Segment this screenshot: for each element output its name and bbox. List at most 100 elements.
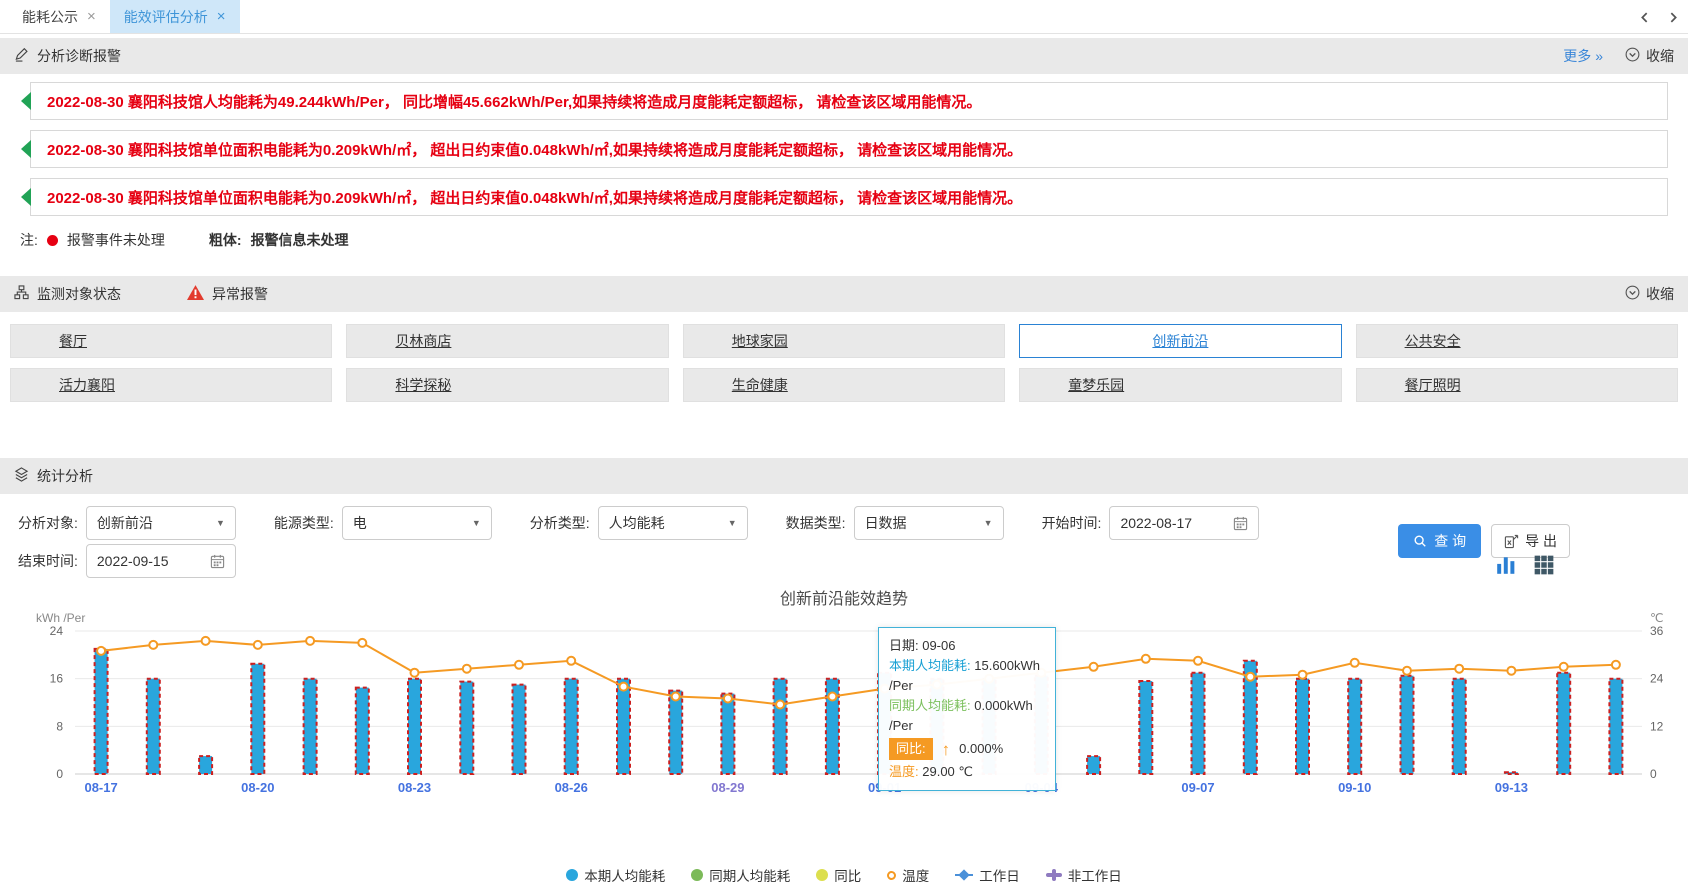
analysis-object-select[interactable]: 创新前沿▼ <box>86 506 236 540</box>
more-link[interactable]: 更多» <box>1563 46 1603 66</box>
end-time-input[interactable]: 2022-09-15 <box>86 544 236 578</box>
monitor-object-button[interactable]: 童梦乐园 <box>1019 368 1341 402</box>
red-dot-icon <box>47 235 58 246</box>
start-time-input[interactable]: 2022-08-17 <box>1109 506 1259 540</box>
chart-view-toggles <box>1495 554 1555 576</box>
svg-text:kWh /Per: kWh /Per <box>36 612 85 625</box>
tab[interactable]: 能效评估分析× <box>110 0 240 33</box>
double-arrow-icon: » <box>1595 48 1603 64</box>
tab[interactable]: 能耗公示× <box>8 0 110 33</box>
analysis-object-field: 分析对象: 创新前沿▼ <box>18 506 236 540</box>
alert-row: 2022-08-30 襄阳科技馆单位面积电能耗为0.209kWh/㎡， 超出日约… <box>30 178 1668 216</box>
legend-marker-icon <box>816 869 828 881</box>
monitor-object-button[interactable]: 公共安全 <box>1356 324 1678 358</box>
action-buttons: 查 询 导 出 <box>1398 524 1570 558</box>
note-bold-label: 粗体: <box>209 230 242 250</box>
export-icon <box>1504 534 1519 549</box>
svg-text:℃: ℃ <box>1650 612 1663 625</box>
sitemap-icon <box>14 285 29 303</box>
start-time-field: 开始时间: 2022-08-17 <box>1042 506 1260 540</box>
note-prefix: 注: <box>20 230 38 250</box>
tooltip-yoy-row: 同比:↑0.000% <box>889 738 1045 760</box>
export-button[interactable]: 导 出 <box>1491 524 1570 558</box>
calendar-icon <box>1233 516 1248 531</box>
trend-up-icon: ↑ <box>942 741 951 758</box>
table-view-icon[interactable] <box>1533 554 1555 576</box>
svg-text:24: 24 <box>1650 672 1664 686</box>
legend-marker-icon <box>1046 869 1062 881</box>
tooltip-temp-row: 温度: 29.00 ℃ <box>889 762 1045 782</box>
query-button[interactable]: 查 询 <box>1398 524 1481 558</box>
alarm-section: 分析诊断报警 更多» 收缩 2022-08-30 襄阳科技馆人均能耗为49.24… <box>0 38 1688 262</box>
alert-list: 2022-08-30 襄阳科技馆人均能耗为49.244kWh/Per， 同比增幅… <box>0 74 1688 216</box>
energy-type-field: 能源类型: 电▼ <box>274 506 492 540</box>
stats-section: 统计分析 分析对象: 创新前沿▼ 能源类型: 电▼ 分析类型: 人均能耗▼ 数据… <box>0 458 1688 882</box>
monitor-object-button[interactable]: 餐厅照明 <box>1356 368 1678 402</box>
note-bold-text: 报警信息未处理 <box>251 230 349 250</box>
close-icon[interactable]: × <box>217 8 226 25</box>
tooltip-previous-row: 同期人均能耗: 0.000kWh /Per <box>889 696 1045 736</box>
layers-icon <box>14 467 29 485</box>
monitor-section: 监测对象状态 异常报警 收缩 餐厅贝林商店地球家园创新前沿公共安全活力襄阳科学探… <box>0 276 1688 414</box>
chevron-down-icon: ▼ <box>728 518 737 528</box>
monitor-section-title: 监测对象状态 <box>37 284 121 304</box>
legend-item[interactable]: 工作日 <box>955 865 1020 882</box>
chevron-circle-icon <box>1625 285 1640 303</box>
monitor-object-grid: 餐厅贝林商店地球家园创新前沿公共安全活力襄阳科学探秘生命健康童梦乐园餐厅照明 <box>0 312 1688 414</box>
end-time-field: 结束时间: 2022-09-15 <box>18 544 236 578</box>
monitor-object-button[interactable]: 贝林商店 <box>346 324 668 358</box>
monitor-object-button[interactable]: 餐厅 <box>10 324 332 358</box>
svg-text:0: 0 <box>56 767 63 781</box>
chevron-down-icon: ▼ <box>216 518 225 528</box>
tab-scroll-left-icon[interactable] <box>1638 11 1651 24</box>
legend-item[interactable]: 同比 <box>816 865 861 882</box>
chevron-down-icon: ▼ <box>472 518 481 528</box>
monitor-object-button[interactable]: 创新前沿 <box>1019 324 1341 358</box>
monitor-object-button[interactable]: 生命健康 <box>683 368 1005 402</box>
calendar-icon <box>210 554 225 569</box>
svg-text:36: 36 <box>1650 624 1664 638</box>
tooltip-current-row: 本期人均能耗: 15.600kWh /Per <box>889 656 1045 696</box>
legend-marker-icon <box>887 871 896 880</box>
legend-item[interactable]: 同期人均能耗 <box>691 865 790 882</box>
monitor-section-header: 监测对象状态 异常报警 收缩 <box>0 276 1688 312</box>
alarm-section-header: 分析诊断报警 更多» 收缩 <box>0 38 1688 74</box>
monitor-collapse-button[interactable]: 收缩 <box>1625 284 1674 304</box>
svg-text:09-10: 09-10 <box>1338 780 1371 795</box>
stats-section-header: 统计分析 <box>0 458 1688 494</box>
alarm-note: 注: 报警事件未处理 粗体: 报警信息未处理 <box>0 226 1688 262</box>
analysis-type-field: 分析类型: 人均能耗▼ <box>530 506 748 540</box>
bar-chart-view-icon[interactable] <box>1495 554 1517 576</box>
chevron-circle-icon <box>1625 47 1640 65</box>
legend-item[interactable]: 温度 <box>887 865 929 882</box>
energy-type-select[interactable]: 电▼ <box>342 506 492 540</box>
svg-text:09-07: 09-07 <box>1181 780 1214 795</box>
chart-plot[interactable]: 0816240122436kWh /Per℃08-1708-2008-2308-… <box>0 612 1688 864</box>
monitor-object-button[interactable]: 科学探秘 <box>346 368 668 402</box>
alarm-collapse-button[interactable]: 收缩 <box>1625 46 1674 66</box>
analysis-type-select[interactable]: 人均能耗▼ <box>598 506 748 540</box>
monitor-object-button[interactable]: 活力襄阳 <box>10 368 332 402</box>
tab-scroll-right-icon[interactable] <box>1667 11 1680 24</box>
chart-legend: 本期人均能耗 同期人均能耗 同比 温度 工作日 非工作日 <box>0 864 1688 882</box>
stats-section-title: 统计分析 <box>37 466 93 486</box>
legend-item[interactable]: 本期人均能耗 <box>566 865 665 882</box>
pencil-icon <box>14 47 29 65</box>
tab-list: 能耗公示×能效评估分析× <box>8 0 240 33</box>
svg-text:08-20: 08-20 <box>241 780 274 795</box>
svg-text:12: 12 <box>1650 719 1664 733</box>
alert-row: 2022-08-30 襄阳科技馆人均能耗为49.244kWh/Per， 同比增幅… <box>30 82 1668 120</box>
legend-marker-icon <box>691 869 703 881</box>
tab-nav <box>1638 0 1680 34</box>
svg-text:24: 24 <box>50 624 64 638</box>
alert-marker-icon <box>21 92 31 110</box>
legend-item[interactable]: 非工作日 <box>1046 865 1122 882</box>
svg-text:08-17: 08-17 <box>84 780 117 795</box>
close-icon[interactable]: × <box>87 8 96 25</box>
data-type-field: 数据类型: 日数据▼ <box>786 506 1004 540</box>
alert-marker-icon <box>21 140 31 158</box>
monitor-object-button[interactable]: 地球家园 <box>683 324 1005 358</box>
alert-row: 2022-08-30 襄阳科技馆单位面积电能耗为0.209kWh/㎡， 超出日约… <box>30 130 1668 168</box>
svg-text:08-23: 08-23 <box>398 780 431 795</box>
data-type-select[interactable]: 日数据▼ <box>854 506 1004 540</box>
